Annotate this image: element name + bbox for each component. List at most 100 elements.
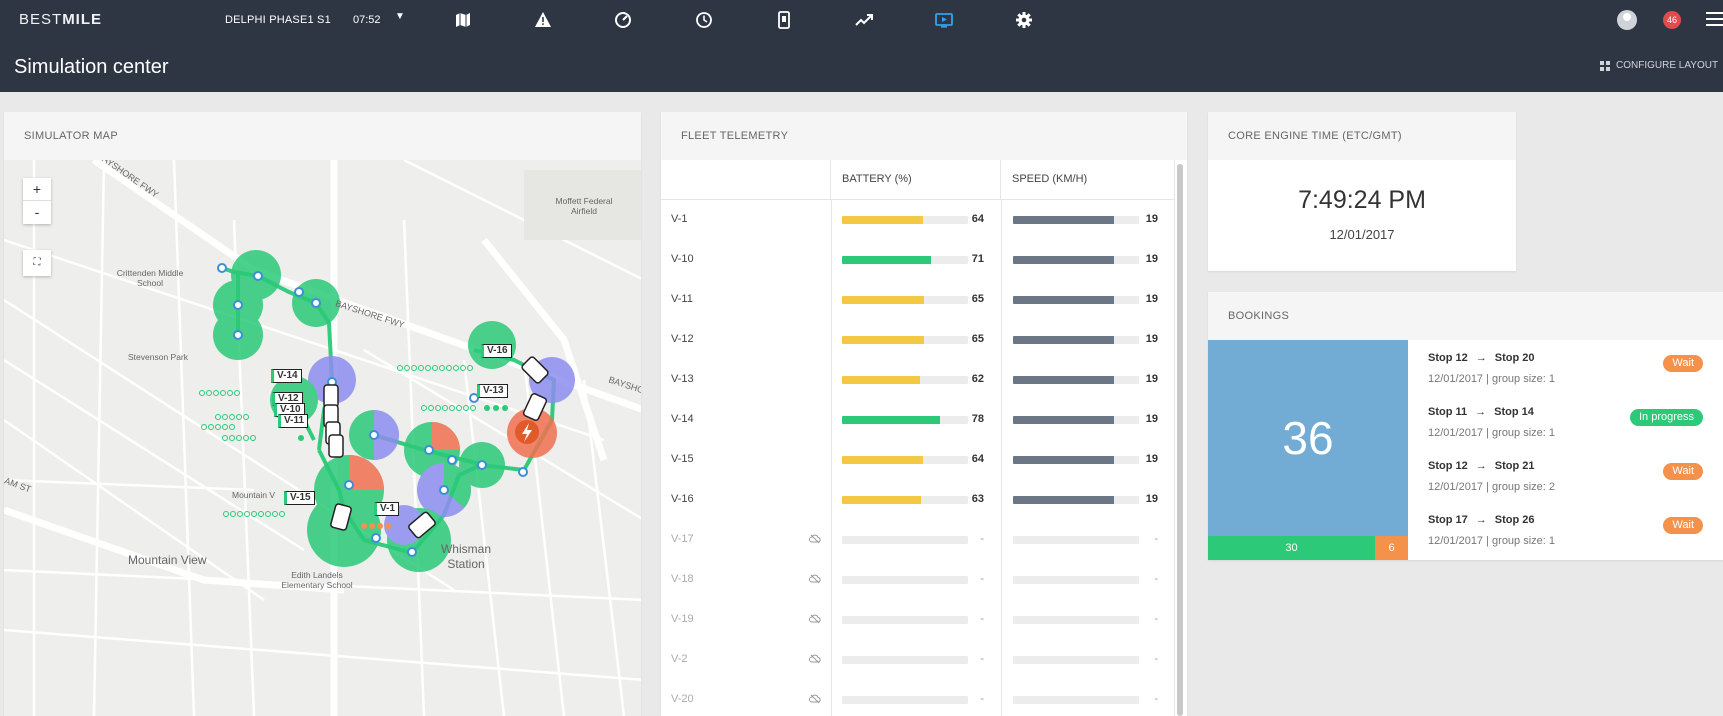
- bookings-total: 36: [1208, 340, 1408, 536]
- booking-date: 12/01/2017: [1428, 535, 1484, 547]
- battery-bar: [842, 216, 968, 224]
- vehicle-label-v13[interactable]: V-13: [477, 384, 508, 398]
- vehicle-name: V-20: [671, 693, 694, 705]
- speed-column-header[interactable]: SPEED (KM/H): [1001, 160, 1175, 200]
- vehicle-name: V-15: [671, 453, 694, 465]
- speed-value: 19: [1145, 453, 1158, 465]
- settings-gear-icon[interactable]: [1014, 10, 1034, 30]
- cloud-offline-icon: [809, 614, 821, 624]
- speed-bar: [1013, 536, 1139, 544]
- warning-icon[interactable]: [533, 10, 553, 30]
- fit-bounds-icon[interactable]: ⛶: [23, 250, 51, 276]
- page-title: Simulation center: [14, 56, 169, 78]
- booking-to: Stop 21: [1494, 460, 1535, 472]
- telemetry-row[interactable]: V-2 - -: [661, 640, 1175, 680]
- booking-from: Stop 12: [1428, 352, 1468, 364]
- booking-meta: 12/01/2017 | group size: 1: [1428, 427, 1555, 439]
- speed-bar: [1013, 696, 1139, 704]
- vehicle-label-v11[interactable]: V-11: [278, 414, 309, 428]
- booking-status-badge: In progress: [1629, 409, 1703, 426]
- booking-meta: 12/01/2017 | group size: 2: [1428, 481, 1555, 493]
- map-icon[interactable]: [453, 10, 473, 30]
- telemetry-scrollbar[interactable]: [1177, 164, 1183, 716]
- core-engine-time-title: CORE ENGINE TIME (ETC/GMT): [1208, 112, 1516, 160]
- speed-bar: [1013, 296, 1139, 304]
- speedometer-icon[interactable]: [613, 10, 633, 30]
- vehicle-name: V-16: [671, 493, 694, 505]
- telemetry-row[interactable]: V-18 - -: [661, 560, 1175, 600]
- battery-value: -: [980, 613, 984, 625]
- user-avatar[interactable]: [1617, 10, 1637, 30]
- speed-value: 19: [1145, 373, 1158, 385]
- bestmile-logo[interactable]: BESTMILE: [19, 11, 102, 28]
- configure-layout-button[interactable]: CONFIGURE LAYOUT: [1600, 60, 1718, 71]
- booking-date: 12/01/2017: [1428, 427, 1484, 439]
- battery-bar: [842, 376, 968, 384]
- map-label-mountain-v: Mountain V: [232, 490, 275, 500]
- hamburger-menu-icon[interactable]: [1706, 12, 1723, 26]
- telemetry-row[interactable]: V-10 71 19: [661, 240, 1175, 280]
- telemetry-row[interactable]: V-14 78 19: [661, 400, 1175, 440]
- telemetry-row[interactable]: V-11 65 19: [661, 280, 1175, 320]
- bookings-completed-count: 30: [1208, 536, 1375, 560]
- booking-item[interactable]: Stop 11 → Stop 14 12/01/2017 | group size: …: [1428, 406, 1703, 460]
- battery-value: -: [980, 573, 984, 585]
- vehicle-name: V-19: [671, 613, 694, 625]
- battery-value: 62: [971, 373, 984, 385]
- battery-value: -: [980, 653, 984, 665]
- caret-down-icon[interactable]: ▼: [395, 11, 405, 22]
- clock-icon[interactable]: [694, 10, 714, 30]
- map-canvas[interactable]: [4, 160, 641, 716]
- notification-badge[interactable]: 46: [1663, 11, 1681, 29]
- speed-value: -: [1154, 533, 1158, 545]
- zoom-control: + -: [23, 178, 51, 224]
- project-selector[interactable]: DELPHI PHASE1 S1: [225, 14, 331, 26]
- booking-item[interactable]: Stop 12 → Stop 21 12/01/2017 | group size: …: [1428, 460, 1703, 514]
- telemetry-row[interactable]: V-19 - -: [661, 600, 1175, 640]
- cloud-offline-icon: [809, 654, 821, 664]
- speed-bar: [1013, 576, 1139, 584]
- vehicle-name: V-1: [671, 213, 688, 225]
- zoom-in-button[interactable]: +: [23, 178, 51, 201]
- map-label-crittenden: Crittenden Middle School: [116, 268, 184, 288]
- telemetry-row[interactable]: V-20 - -: [661, 680, 1175, 716]
- vehicle-label-v1[interactable]: V-1: [374, 502, 400, 516]
- booking-route: Stop 12 → Stop 20: [1428, 352, 1534, 364]
- booking-to: Stop 14: [1494, 406, 1534, 418]
- cloud-offline-icon: [809, 694, 821, 704]
- telemetry-row[interactable]: V-17 - -: [661, 520, 1175, 560]
- speed-bar: [1013, 416, 1139, 424]
- booking-item[interactable]: Stop 17 → Stop 26 12/01/2017 | group size: …: [1428, 514, 1703, 568]
- battery-bar: [842, 416, 968, 424]
- bookings-pending-count: 6: [1375, 536, 1408, 560]
- telemetry-row[interactable]: V-16 63 19: [661, 480, 1175, 520]
- battery-bar: [842, 696, 968, 704]
- vehicle-label-v14[interactable]: V-14: [271, 369, 302, 383]
- vehicle-label-v15[interactable]: V-15: [284, 491, 315, 505]
- speed-bar: [1013, 496, 1139, 504]
- engine-date: 12/01/2017: [1329, 227, 1395, 242]
- simulator-map[interactable]: BAYSHORE FWY BAYSHORE FWY BAYSHO Moffett…: [4, 160, 641, 716]
- battery-bar: [842, 496, 968, 504]
- booking-item[interactable]: Stop 12 → Stop 20 12/01/2017 | group size: …: [1428, 352, 1703, 406]
- telemetry-row[interactable]: V-1 64 19: [661, 200, 1175, 240]
- booking-to: Stop 20: [1494, 352, 1535, 364]
- simulation-time[interactable]: 07:52: [353, 14, 381, 26]
- vehicle-name: V-11: [671, 293, 693, 305]
- booking-route: Stop 11 → Stop 14: [1428, 406, 1534, 418]
- simulation-icon[interactable]: [934, 10, 954, 30]
- battery-column-header[interactable]: BATTERY (%): [831, 160, 1001, 200]
- battery-bar: [842, 296, 968, 304]
- trending-up-icon[interactable]: [854, 10, 874, 30]
- speed-bar: [1013, 256, 1139, 264]
- cloud-offline-icon: [809, 534, 821, 544]
- telemetry-row[interactable]: V-13 62 19: [661, 360, 1175, 400]
- telemetry-row[interactable]: V-15 64 19: [661, 440, 1175, 480]
- telemetry-row[interactable]: V-12 65 19: [661, 320, 1175, 360]
- speed-value: -: [1154, 573, 1158, 585]
- stop-occupancy-markers: [213, 250, 575, 572]
- map-label-moffett: Moffett Federal Airfield: [555, 196, 613, 216]
- zoom-out-button[interactable]: -: [23, 201, 51, 224]
- phone-icon[interactable]: [774, 10, 794, 30]
- vehicle-label-v16[interactable]: V-16: [481, 344, 512, 358]
